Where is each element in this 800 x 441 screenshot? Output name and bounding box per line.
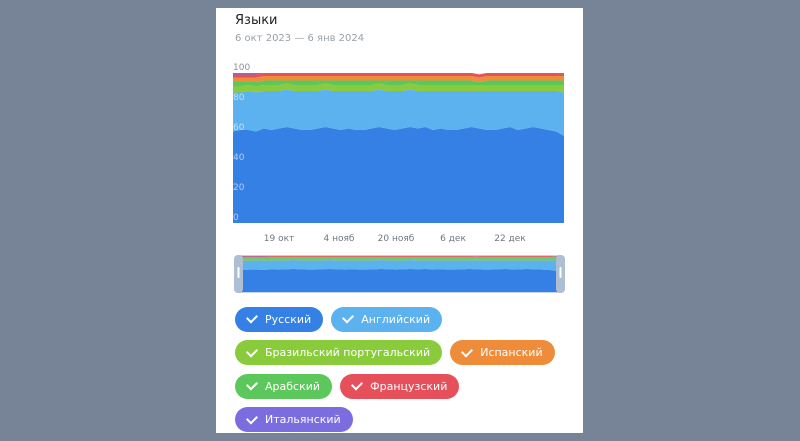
x-tick-label: 20 нояб (378, 234, 415, 244)
legend-toggle-english[interactable]: Английский (331, 306, 443, 332)
y-tick-label: 80 (233, 93, 245, 103)
legend-label: Арабский (265, 379, 321, 393)
handle-grip-right (559, 267, 562, 278)
legend-toggle-spanish[interactable]: Испанский (450, 340, 555, 365)
x-tick-label: 4 нояб (324, 234, 355, 244)
check-icon (461, 344, 474, 358)
check-icon (245, 344, 259, 358)
x-tick-label: 22 дек (494, 234, 526, 244)
y-tick-label: 100 (233, 63, 250, 73)
check-icon (245, 311, 259, 324)
navigator-area-0 (242, 268, 557, 292)
handle-grip-left (237, 267, 240, 278)
series-area-0 (233, 127, 564, 223)
legend-toggle-arabic[interactable]: Арабский (235, 373, 333, 399)
legend-label: Английский (361, 312, 431, 326)
legend-label: Бразильский португальский (265, 346, 431, 359)
chart-card: Языки 6 окт 2023 — 6 янв 2024 0 20 40 60 80 1… (216, 8, 583, 433)
legend: Русский Английский Бразильский португаль… (235, 306, 575, 440)
x-tick-label: 6 дек (440, 234, 466, 244)
y-tick-label: 60 (233, 123, 245, 133)
legend-toggle-russian[interactable]: Русский (235, 306, 324, 332)
stacked-area-chart: 0 20 40 60 80 100 19 окт 4 нояб 20 нояб 6 дек 22 д… (233, 63, 565, 293)
y-tick-label: 40 (233, 153, 245, 163)
check-icon (342, 311, 355, 324)
legend-toggle-italian[interactable]: Итальянский (235, 407, 353, 432)
legend-label: Итальянский (265, 413, 341, 426)
x-tick-label: 19 окт (264, 234, 295, 244)
legend-label: Французский (370, 379, 448, 393)
check-icon (245, 411, 259, 425)
y-tick-label: 0 (233, 213, 239, 223)
legend-label: Испанский (480, 346, 543, 359)
check-icon (351, 378, 364, 391)
check-icon (245, 378, 259, 391)
legend-toggle-french[interactable]: Французский (340, 373, 460, 399)
legend-toggle-portuguese[interactable]: Бразильский португальский (235, 340, 443, 365)
legend-label: Русский (265, 312, 312, 326)
y-tick-label: 20 (233, 183, 245, 193)
